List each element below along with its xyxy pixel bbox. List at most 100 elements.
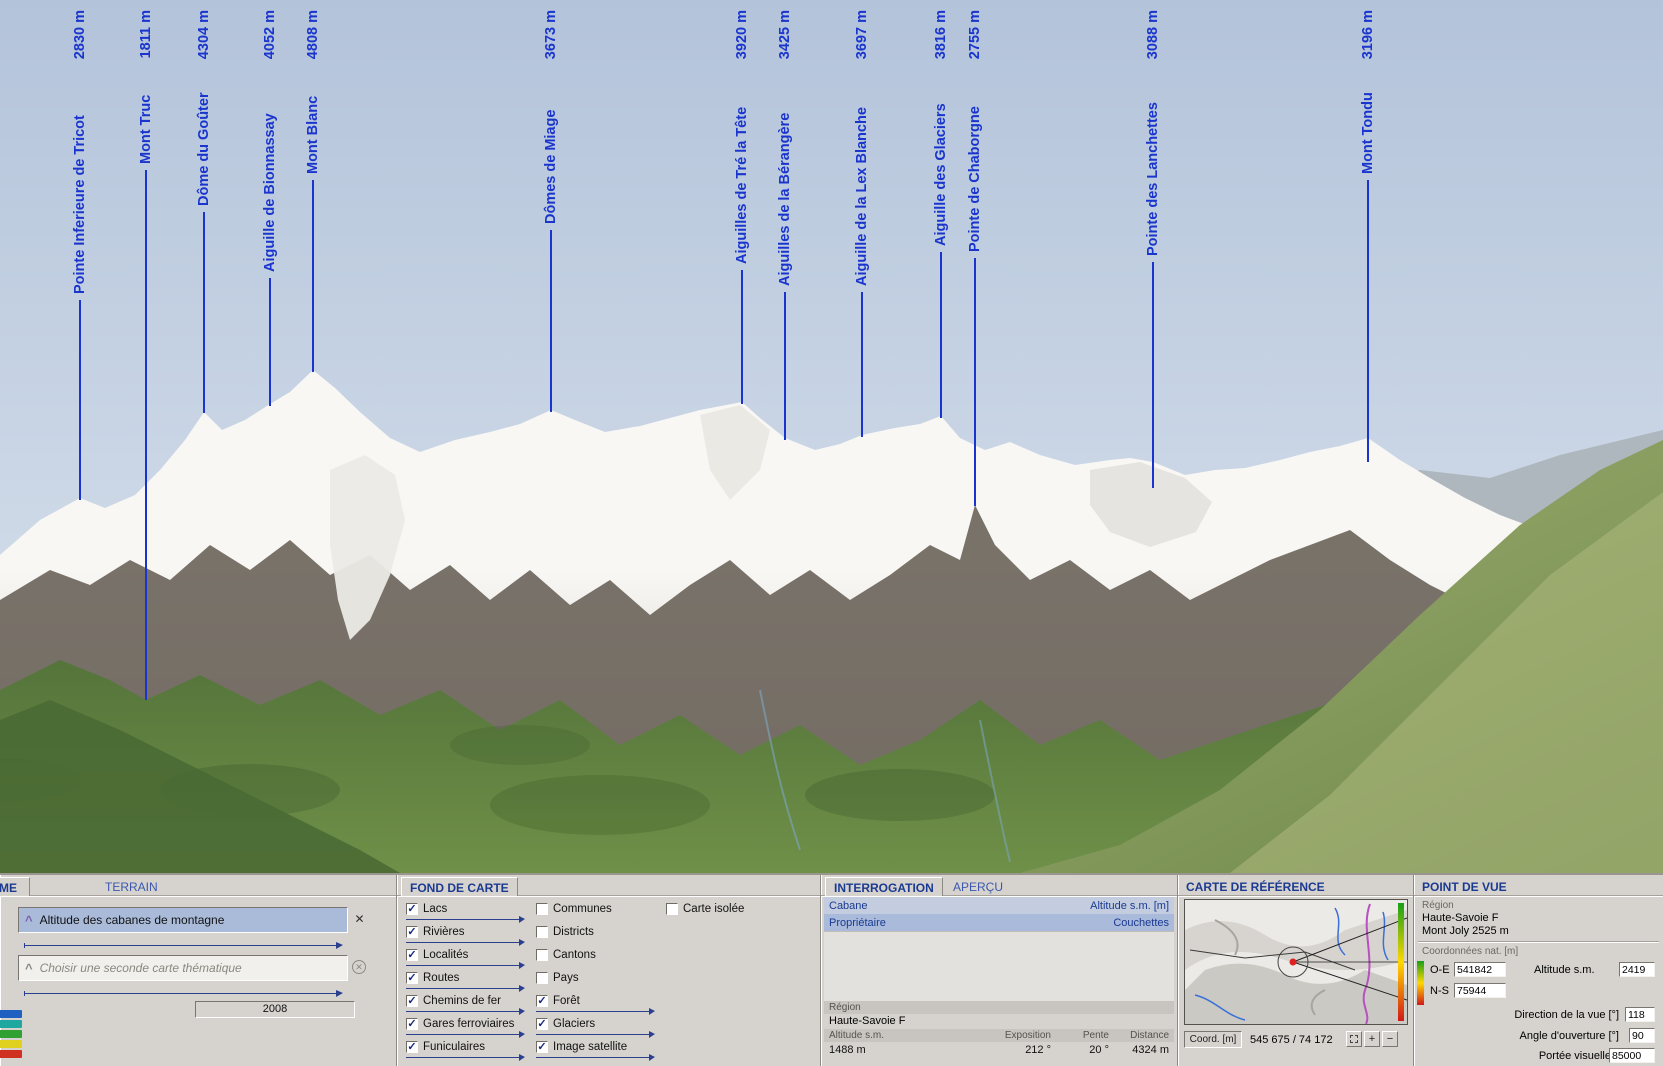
peak-altitude: 4304 m: [196, 10, 213, 59]
layer-label: Localités: [423, 948, 468, 961]
peak-label: Pointe des Lanchettes3088 m: [1145, 10, 1162, 256]
layer-cantons[interactable]: Cantons: [535, 946, 663, 969]
layer-label: Image satellite: [553, 1040, 627, 1053]
peak-leader-line: [974, 258, 976, 506]
checkbox-checked-icon[interactable]: ✓: [406, 995, 418, 1007]
stat-label: Distance: [1109, 1030, 1169, 1041]
layer-gares-ferroviaires[interactable]: ✓Gares ferroviaires: [405, 1015, 533, 1038]
layer-opacity-slider[interactable]: [406, 942, 519, 943]
peak-label: Dôme du Goûter 4304 m: [196, 10, 213, 206]
layer-lacs[interactable]: ✓Lacs: [405, 900, 533, 923]
layer-carte-isol-e[interactable]: Carte isolée: [665, 900, 793, 923]
query-section: INTERROGATION APERÇU Cabane Altitude s.m…: [821, 875, 1178, 1066]
tab-terrain[interactable]: TERRAIN: [105, 880, 158, 894]
layer-glaciers[interactable]: ✓ Glaciers: [535, 1015, 663, 1038]
stats-label-row: Altitude s.m.ExpositionPenteDistance: [824, 1029, 1174, 1042]
layer-column-3: Carte isolée: [665, 900, 793, 923]
checkbox-unchecked-icon[interactable]: [536, 926, 548, 938]
query-result-list[interactable]: [824, 931, 1174, 1001]
coord-button[interactable]: Coord. [m]: [1184, 1031, 1242, 1048]
close-icon[interactable]: ✕: [352, 912, 367, 927]
checkbox-checked-icon[interactable]: ✓: [406, 903, 418, 915]
checkbox-checked-icon[interactable]: ✓: [406, 1018, 418, 1030]
coord-value: 545 675 / 74 172: [1250, 1034, 1333, 1046]
layer-pays[interactable]: Pays: [535, 969, 663, 992]
tab-apercu[interactable]: APERÇU: [953, 880, 1003, 894]
query-col-altitude: Altitude s.m. [m]: [1090, 900, 1169, 912]
theme-map-select[interactable]: ^ Altitude des cabanes de montagne: [18, 907, 348, 933]
ns-label: N-S: [1430, 985, 1449, 997]
tab-interrogation[interactable]: INTERROGATION: [825, 877, 943, 896]
peak-label: Aiguilles de la Bérangère3425 m: [777, 10, 794, 286]
zoom-out-icon[interactable]: −: [1382, 1031, 1398, 1047]
layer-localit-s[interactable]: ✓ Localités: [405, 946, 533, 969]
year-slider[interactable]: [24, 993, 336, 994]
peak-name: Aiguille de Bionnassay: [262, 113, 279, 272]
peak-name: Mont Blanc: [305, 96, 322, 174]
viewpoint-region-label: Région: [1422, 900, 1454, 911]
control-panel: THÈME TERRAIN ^ Altitude des cabanes de …: [0, 873, 1663, 1066]
checkbox-unchecked-icon[interactable]: [536, 903, 548, 915]
clear-circle-icon[interactable]: ✕: [352, 960, 366, 974]
peak-leader-line: [203, 212, 205, 413]
panorama-view[interactable]: Pointe Inferieure de Tricot2830 m Mont Tr…: [0, 0, 1663, 873]
layer-communes[interactable]: Communes: [535, 900, 663, 923]
layer-opacity-slider[interactable]: [406, 1011, 519, 1012]
layer-opacity-slider[interactable]: [406, 1057, 519, 1058]
tab-theme[interactable]: THÈME: [0, 877, 30, 896]
peak-altitude: 3425 m: [777, 10, 794, 59]
ns-input[interactable]: 75944: [1454, 983, 1506, 998]
layer-for-t[interactable]: ✓Forêt: [535, 992, 663, 1015]
stat-value: 1488 m: [829, 1044, 941, 1056]
peak-name: Mont Truc: [138, 95, 155, 164]
visual-range-input[interactable]: 85000: [1609, 1048, 1655, 1063]
viewpoint-altitude-input[interactable]: 2419: [1619, 962, 1655, 977]
checkbox-unchecked-icon[interactable]: [536, 949, 548, 961]
layer-label: Chemins de fer: [423, 994, 501, 1007]
checkbox-checked-icon[interactable]: ✓: [406, 926, 418, 938]
checkbox-checked-icon[interactable]: ✓: [536, 995, 548, 1007]
aperture-angle-label: Angle d'ouverture [°]: [1520, 1030, 1619, 1042]
layer-opacity-slider[interactable]: [536, 1057, 649, 1058]
query-col-cabane: Cabane: [829, 900, 868, 912]
peak-label: Mont Truc 1811 m: [138, 10, 155, 164]
peak-name: Aiguille de la Lex Blanche: [854, 107, 871, 286]
peak-label: Pointe Inferieure de Tricot2830 m: [72, 10, 89, 294]
checkbox-checked-icon[interactable]: ✓: [406, 972, 418, 984]
peak-altitude: 3088 m: [1145, 10, 1162, 59]
zoom-in-icon[interactable]: +: [1364, 1031, 1380, 1047]
layer-districts[interactable]: Districts: [535, 923, 663, 946]
peak-altitude: 1811 m: [138, 10, 155, 58]
query-header-row-2[interactable]: Propriétaire Couchettes: [824, 914, 1174, 931]
layer-funiculaires[interactable]: ✓Funiculaires: [405, 1038, 533, 1061]
checkbox-checked-icon[interactable]: ✓: [406, 949, 418, 961]
peak-name: Aiguille des Glaciers: [933, 103, 950, 246]
layer-opacity-slider[interactable]: [536, 1034, 649, 1035]
theme-opacity-slider[interactable]: [24, 945, 336, 946]
fullscreen-icon[interactable]: [1346, 1031, 1362, 1047]
layer-opacity-slider[interactable]: [536, 1011, 649, 1012]
reference-map[interactable]: [1184, 899, 1408, 1025]
checkbox-checked-icon[interactable]: ✓: [536, 1041, 548, 1053]
checkbox-unchecked-icon[interactable]: [536, 972, 548, 984]
checkbox-checked-icon[interactable]: ✓: [536, 1018, 548, 1030]
layer-opacity-slider[interactable]: [406, 988, 519, 989]
aperture-angle-input[interactable]: 90: [1629, 1028, 1655, 1043]
layer-opacity-slider[interactable]: [406, 965, 519, 966]
second-theme-select[interactable]: ^ Choisir une seconde carte thématique: [18, 955, 348, 981]
checkbox-unchecked-icon[interactable]: [666, 903, 678, 915]
view-direction-input[interactable]: 118: [1625, 1007, 1655, 1022]
layer-label: Glaciers: [553, 1017, 595, 1030]
layer-label: Pays: [553, 971, 579, 984]
layer-opacity-slider[interactable]: [406, 1034, 519, 1035]
layer-routes[interactable]: ✓Routes: [405, 969, 533, 992]
layer-rivi-res[interactable]: ✓Rivières: [405, 923, 533, 946]
oe-input[interactable]: 541842: [1454, 962, 1506, 977]
layer-chemins-de-fer[interactable]: ✓ Chemins de fer: [405, 992, 533, 1015]
layer-opacity-slider[interactable]: [406, 919, 519, 920]
peak-name: Dôme du Goûter: [196, 92, 213, 206]
checkbox-checked-icon[interactable]: ✓: [406, 1041, 418, 1053]
terrain-panorama-image: [0, 0, 1663, 873]
layer-image-satellite[interactable]: ✓ Image satellite: [535, 1038, 663, 1061]
query-header-row-1[interactable]: Cabane Altitude s.m. [m]: [824, 897, 1174, 914]
